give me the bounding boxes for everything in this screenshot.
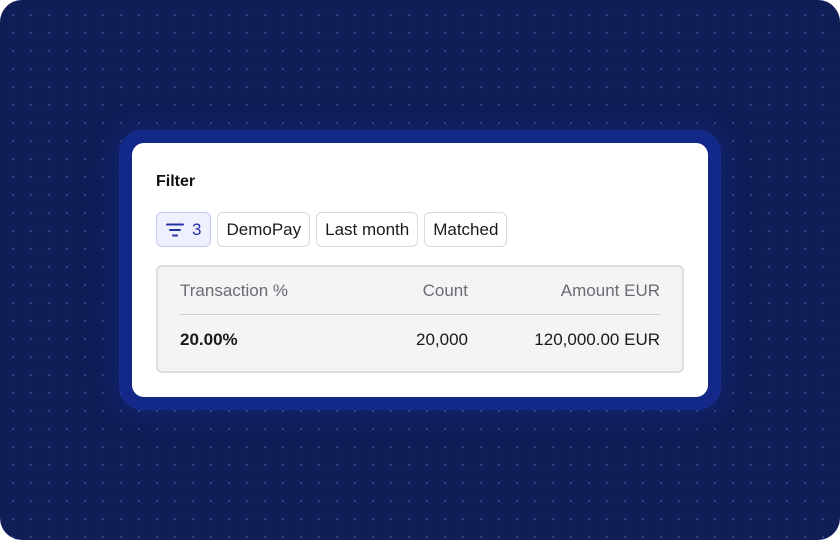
active-filters-button[interactable]: 3: [156, 212, 212, 247]
filter-chip-status[interactable]: Matched: [424, 212, 508, 247]
column-header-count: Count: [422, 281, 468, 300]
active-filter-count: 3: [192, 219, 202, 239]
table-header-row: Transaction % Count Amount EUR: [180, 267, 660, 315]
cell-count: 20,000: [416, 330, 468, 349]
filter-card: Filter 3 DemoPay Last month Matched Tran…: [132, 143, 708, 397]
filter-chip-period[interactable]: Last month: [316, 212, 419, 247]
filter-chip-provider[interactable]: DemoPay: [217, 212, 311, 247]
card-title: Filter: [156, 173, 196, 190]
summary-table: Transaction % Count Amount EUR 20.00% 20…: [156, 265, 684, 373]
filter-chip-bar: 3 DemoPay Last month Matched: [156, 212, 508, 247]
column-header-transaction-percent: Transaction %: [180, 281, 289, 300]
column-header-amount: Amount EUR: [560, 281, 660, 300]
cell-transaction-percent: 20.00%: [180, 330, 238, 349]
cell-amount: 120,000.00 EUR: [534, 330, 660, 349]
table-row: 20.00% 20,000 120,000.00 EUR: [180, 316, 660, 364]
filter-icon: [166, 223, 184, 237]
